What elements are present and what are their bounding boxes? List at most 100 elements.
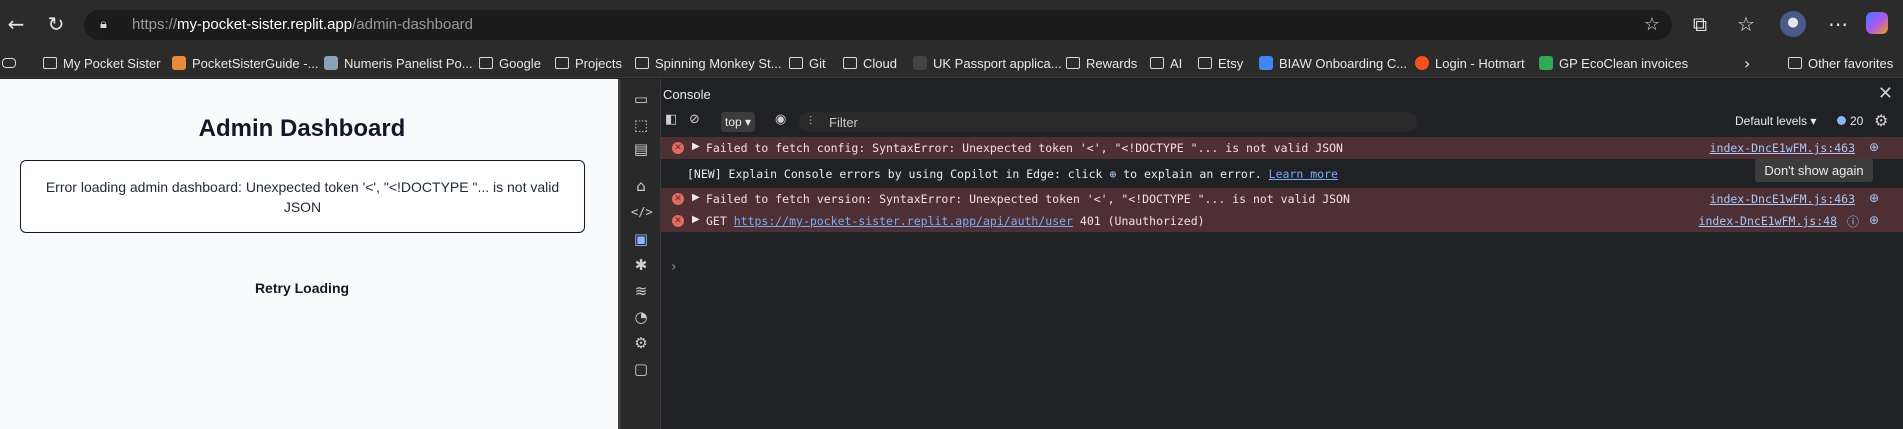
folder-icon bbox=[555, 57, 569, 69]
crown-icon bbox=[913, 56, 927, 70]
copilot-explain-icon[interactable]: ⊕ bbox=[1869, 191, 1879, 205]
bookmark-item[interactable]: Google bbox=[479, 53, 541, 73]
console-info-message: [NEW] Explain Console errors by using Co… bbox=[661, 158, 1903, 185]
source-link[interactable]: index-DncE1wFM.js:48 bbox=[1699, 214, 1837, 228]
page-title: Admin Dashboard bbox=[198, 115, 406, 142]
issues-icon bbox=[1837, 116, 1846, 125]
folder-icon bbox=[789, 57, 803, 69]
folder-icon bbox=[1198, 57, 1212, 69]
copilot-explain-icon[interactable]: ⊕ bbox=[1869, 140, 1879, 154]
browser-toolbar: ← ↻ 🔒︎ https://my-pocket-sister.replit.a… bbox=[0, 0, 1903, 48]
device-emulation-icon[interactable]: ▭ bbox=[631, 89, 651, 109]
bookmark-item[interactable]: Cloud bbox=[843, 53, 897, 73]
dock-icon[interactable]: ▤ bbox=[631, 139, 651, 159]
folder-icon bbox=[479, 57, 493, 69]
network-request-icon[interactable]: ⓘ bbox=[1847, 213, 1859, 230]
debugger-bug-icon[interactable]: ✱ bbox=[631, 255, 651, 275]
console-error-message[interactable]: ✕ ▶ Failed to fetch config: SyntaxError:… bbox=[661, 137, 1903, 159]
inspect-icon[interactable]: ⬚ bbox=[631, 115, 651, 135]
folder-icon bbox=[1788, 57, 1802, 69]
site-icon bbox=[1259, 56, 1273, 70]
request-url-link[interactable]: https://my-pocket-sister.replit.app/api/… bbox=[734, 214, 1073, 228]
performance-icon[interactable]: ◔ bbox=[631, 307, 651, 327]
bookmark-item[interactable]: GP EcoClean invoices bbox=[1539, 53, 1688, 73]
favorite-star-icon[interactable]: ☆ bbox=[1644, 14, 1660, 35]
source-link[interactable]: index-DncE1wFM.js:463 bbox=[1710, 192, 1855, 206]
context-select[interactable]: top ▾ bbox=[721, 112, 756, 132]
site-icon bbox=[1539, 56, 1553, 70]
error-icon: ✕ bbox=[672, 193, 684, 205]
console-tab[interactable]: Console bbox=[663, 87, 711, 102]
chevron-right-icon[interactable]: › bbox=[1744, 53, 1750, 73]
back-icon[interactable]: ← bbox=[4, 12, 28, 36]
expand-triangle-icon[interactable]: ▶ bbox=[692, 214, 700, 225]
devtools-console: Console ✕ ◧ ⊘ top ▾ ◉ ⫶ Filter Default l… bbox=[661, 79, 1903, 429]
bookmark-item[interactable]: Rewards bbox=[1066, 53, 1137, 73]
refresh-icon[interactable]: ↻ bbox=[44, 12, 68, 36]
bookmark-item[interactable]: Git bbox=[789, 53, 826, 73]
error-message-box: Error loading admin dashboard: Unexpecte… bbox=[20, 160, 585, 233]
folder-icon bbox=[1150, 57, 1164, 69]
bookmark-item[interactable]: UK Passport applica... bbox=[913, 53, 1062, 73]
bookmark-item[interactable]: Etsy bbox=[1198, 53, 1243, 73]
expand-triangle-icon[interactable]: ▶ bbox=[692, 141, 700, 152]
site-icon bbox=[324, 56, 338, 70]
clear-console-icon[interactable]: ⊘ bbox=[689, 112, 700, 127]
folder-icon bbox=[635, 57, 649, 69]
close-icon[interactable]: ✕ bbox=[1878, 83, 1893, 104]
extensions-icon[interactable]: ⧉ bbox=[1688, 12, 1712, 36]
url-text[interactable]: https://my-pocket-sister.replit.app/admi… bbox=[132, 16, 473, 33]
bookmarks-bar: My Pocket Sister PocketSisterGuide -... … bbox=[0, 48, 1903, 78]
welcome-home-icon[interactable]: ⌂ bbox=[631, 176, 651, 196]
more-menu-icon[interactable]: ⋯ bbox=[1826, 12, 1850, 36]
profile-avatar[interactable]: ● bbox=[1780, 11, 1806, 37]
expand-triangle-icon[interactable]: ▶ bbox=[692, 192, 700, 203]
folder-icon bbox=[43, 57, 57, 69]
console-prompt-chevron-icon[interactable]: › bbox=[671, 259, 677, 275]
console-error-message[interactable]: ✕ ▶ GET https://my-pocket-sister.replit.… bbox=[661, 210, 1903, 232]
bookmark-item[interactable]: Numeris Panelist Po... bbox=[324, 53, 473, 73]
log-levels-dropdown[interactable]: Default levels ▾ bbox=[1735, 114, 1816, 128]
favorites-icon[interactable]: ☆ bbox=[1734, 12, 1758, 36]
error-icon: ✕ bbox=[672, 142, 684, 154]
devtools-activity-bar: ▭ ⬚ ▤ ⌂ </> ▣ ✱ ≋ ◔ ⚙ ▢ bbox=[621, 79, 661, 429]
bookmark-item[interactable]: Spinning Monkey St... bbox=[635, 53, 781, 73]
lock-icon[interactable]: 🔒︎ bbox=[100, 16, 118, 34]
console-error-message[interactable]: ✕ ▶ Failed to fetch version: SyntaxError… bbox=[661, 188, 1903, 210]
flame-icon bbox=[1415, 56, 1429, 70]
bookmark-item[interactable]: Login - Hotmart bbox=[1415, 53, 1525, 73]
copilot-icon[interactable] bbox=[1866, 12, 1888, 34]
copilot-icon: ⊕ bbox=[1109, 167, 1117, 181]
console-icon[interactable]: ▣ bbox=[631, 229, 651, 249]
settings-gear-icon[interactable]: ⚙ bbox=[631, 333, 651, 353]
bookmarks-toggle-icon[interactable] bbox=[2, 53, 22, 73]
filter-input[interactable]: ⫶ Filter bbox=[799, 112, 1417, 132]
console-toolbar: ◧ ⊘ top ▾ ◉ ⫶ Filter Default levels ▾ 20… bbox=[661, 111, 1903, 133]
bookmark-item[interactable]: PocketSisterGuide -... bbox=[172, 53, 318, 73]
web-page: Admin Dashboard Error loading admin dash… bbox=[0, 79, 618, 429]
sidebar-toggle-icon[interactable]: ◧ bbox=[665, 112, 677, 127]
network-wifi-icon[interactable]: ≋ bbox=[631, 281, 651, 301]
dont-show-again-button[interactable]: Don't show again bbox=[1755, 158, 1873, 182]
live-expression-eye-icon[interactable]: ◉ bbox=[775, 112, 786, 127]
filter-icon: ⫶ bbox=[809, 114, 813, 128]
folder-icon bbox=[1066, 57, 1080, 69]
source-link[interactable]: index-DncE1wFM.js:463 bbox=[1710, 141, 1855, 155]
bookmark-item[interactable]: My Pocket Sister bbox=[43, 53, 161, 73]
bookmark-item[interactable]: Projects bbox=[555, 53, 622, 73]
retry-loading-button[interactable]: Retry Loading bbox=[228, 275, 376, 301]
elements-icon[interactable]: </> bbox=[631, 202, 653, 222]
bookmark-item[interactable]: BIAW Onboarding C... bbox=[1259, 53, 1407, 73]
copilot-explain-icon[interactable]: ⊕ bbox=[1869, 213, 1879, 227]
bookmark-item[interactable]: AI bbox=[1150, 53, 1182, 73]
console-settings-icon[interactable]: ⚙ bbox=[1874, 111, 1888, 130]
learn-more-link[interactable]: Learn more bbox=[1269, 167, 1338, 181]
application-icon[interactable]: ▢ bbox=[631, 359, 651, 379]
error-icon: ✕ bbox=[672, 215, 684, 227]
address-bar[interactable]: 🔒︎ https://my-pocket-sister.replit.app/a… bbox=[84, 10, 1672, 40]
issues-counter[interactable]: 20 bbox=[1837, 114, 1863, 128]
bookmark-item[interactable]: Other favorites bbox=[1788, 53, 1893, 73]
error-message: Error loading admin dashboard: Unexpecte… bbox=[45, 179, 560, 215]
site-icon bbox=[172, 56, 186, 70]
folder-icon bbox=[843, 57, 857, 69]
